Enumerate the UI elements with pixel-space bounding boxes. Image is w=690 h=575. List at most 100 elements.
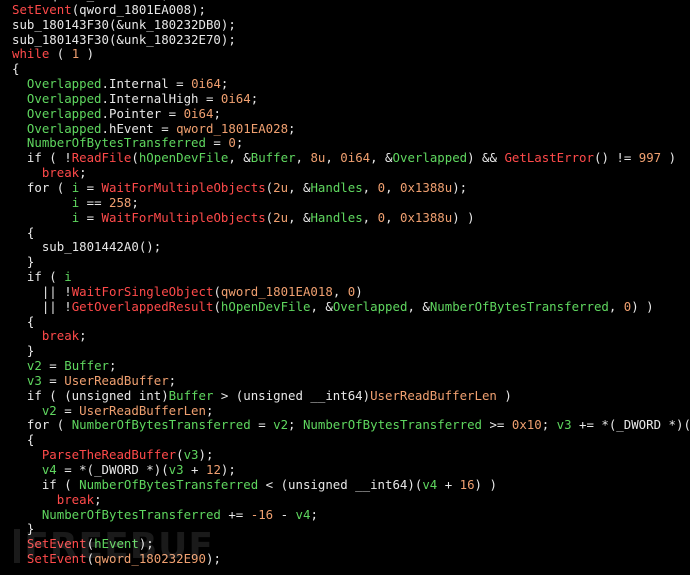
code-token-text: v9 = qword_1801EA018; <box>12 0 169 2</box>
code-line[interactable]: if ( (unsigned int)Buffer > (unsigned __… <box>12 389 690 404</box>
code-token-text: sub_180143F30(&unk_180232E70); <box>12 32 236 47</box>
code-token-number: 2u <box>273 210 289 225</box>
code-token-variable: v4 <box>41 463 57 477</box>
code-token-text: ( <box>213 284 221 299</box>
code-line[interactable]: sub_180143F30(&unk_180232DB0); <box>12 18 690 33</box>
code-token-text: , <box>385 180 400 195</box>
code-line[interactable]: } <box>12 255 690 270</box>
code-token-text: { <box>12 314 35 329</box>
code-line[interactable]: { <box>12 315 690 330</box>
code-token-text: = <box>79 210 102 225</box>
code-token-text: , & <box>288 210 311 225</box>
code-token-text: = <box>250 418 274 433</box>
code-line[interactable]: v2 = Buffer; <box>12 359 690 374</box>
code-token-text: ; <box>310 507 318 522</box>
code-line[interactable]: Overlapped.InternalHigh = 0i64; <box>12 92 690 107</box>
code-token-text: , <box>295 151 311 166</box>
code-token-text: } <box>12 344 35 359</box>
code-token-variable: hOpenDevFile <box>220 299 311 314</box>
code-token-global: UserReadBufferLen <box>79 403 206 418</box>
code-token-text: , & <box>288 180 311 195</box>
code-token-variable: NumberOfBytesTransferred <box>26 136 206 151</box>
code-line[interactable]: v4 = *(_DWORD *)(v3 + 12); <box>12 463 690 478</box>
code-token-variable: Overlapped <box>26 121 102 136</box>
code-line[interactable]: sub_1801442A0(); <box>12 240 690 255</box>
code-token-function: SetEvent <box>26 552 87 567</box>
code-token-variable: Overlapped <box>26 77 102 92</box>
code-line[interactable]: for ( i = WaitForMultipleObjects(2u, &Ha… <box>12 181 690 196</box>
code-token-text: ; <box>288 418 303 433</box>
code-token-variable: Overlapped <box>26 106 102 121</box>
code-token-text: ; <box>541 418 557 433</box>
code-token-variable: v4 <box>422 477 438 492</box>
code-line[interactable]: SetEvent(qword_1801EA008); <box>12 3 690 18</box>
code-token-variable: v3 <box>556 418 572 433</box>
code-token-number: 2u <box>273 180 289 195</box>
code-line[interactable]: || !GetOverlappedResult(hOpenDevFile, &O… <box>12 300 690 315</box>
code-line[interactable]: || !WaitForSingleObject(qword_1801EA018,… <box>12 285 690 300</box>
code-token-text: || ! <box>12 284 72 299</box>
code-line[interactable]: NumberOfBytesTransferred = 0; <box>12 136 690 151</box>
code-line[interactable]: i == 258; <box>12 196 690 211</box>
code-token-text: () != <box>593 151 639 166</box>
code-line[interactable]: break; <box>12 493 690 508</box>
code-token-text: ; <box>220 77 229 92</box>
code-line[interactable]: SetEvent(hEvent); <box>12 537 690 552</box>
code-token-text: ); <box>138 537 154 552</box>
code-line[interactable]: sub_180143F30(&unk_180232E70); <box>12 33 690 48</box>
code-token-function: GetLastError <box>504 151 594 166</box>
code-token-text: ) && <box>467 151 505 166</box>
code-line[interactable]: { <box>12 62 690 77</box>
code-token-text: sub_1801442A0(); <box>12 240 162 255</box>
code-line[interactable]: { <box>12 433 690 448</box>
code-token-text: ); <box>220 463 236 477</box>
code-line[interactable]: NumberOfBytesTransferred += -16 - v4; <box>12 508 690 523</box>
code-token-variable: Buffer <box>64 359 109 374</box>
code-token-text: ; <box>94 492 102 507</box>
code-token-text: , & <box>370 151 393 166</box>
code-token-number: 12 <box>205 463 221 477</box>
code-line[interactable]: ParseTheReadBuffer(v3); <box>12 448 690 463</box>
code-token-text: ) <box>79 47 95 62</box>
code-token-text: for ( <box>12 180 72 195</box>
code-token-number: 0i64 <box>220 91 251 106</box>
code-line[interactable]: break; <box>12 329 690 344</box>
code-token-text: .Pointer = <box>101 106 184 121</box>
code-token-text: ; <box>79 166 87 181</box>
code-line[interactable]: while ( 1 ) <box>12 47 690 62</box>
code-token-number: 0 <box>377 180 386 195</box>
code-token-keyword: break <box>56 492 95 507</box>
code-line[interactable]: Overlapped.Pointer = 0i64; <box>12 107 690 122</box>
code-token-text: + <box>437 477 460 492</box>
code-line[interactable]: Overlapped.Internal = 0i64; <box>12 77 690 92</box>
code-token-text: , <box>385 210 400 225</box>
code-line[interactable]: v2 = UserReadBufferLen; <box>12 404 690 419</box>
code-line[interactable]: i = WaitForMultipleObjects(2u, &Handles,… <box>12 211 690 226</box>
code-line[interactable]: Overlapped.hEvent = qword_1801EA028; <box>12 122 690 137</box>
code-token-text: ) ) <box>474 477 497 492</box>
code-line[interactable]: if ( NumberOfBytesTransferred < (unsigne… <box>12 478 690 493</box>
code-line[interactable]: } <box>12 522 690 537</box>
code-line[interactable]: if ( i <box>12 270 690 285</box>
code-token-text: ( <box>176 448 184 463</box>
code-token-text: , <box>362 210 378 225</box>
decompiled-code-view[interactable]: v9 = qword_1801EA018;SetEvent(qword_1801… <box>12 0 690 567</box>
code-line[interactable]: v3 = UserReadBuffer; <box>12 374 690 389</box>
code-line[interactable]: break; <box>12 166 690 181</box>
code-token-text: ) ) <box>631 299 654 314</box>
code-line[interactable]: } <box>12 344 690 359</box>
code-token-variable: v3 <box>183 448 199 463</box>
code-token-text: { <box>12 62 20 77</box>
code-line[interactable]: SetEvent(qword_180232E90); <box>12 552 690 567</box>
code-line[interactable]: if ( !ReadFile(hOpenDevFile, &Buffer, 8u… <box>12 151 690 166</box>
code-line[interactable]: { <box>12 226 690 241</box>
code-token-text: , <box>608 299 624 314</box>
code-line[interactable]: for ( NumberOfBytesTransferred = v2; Num… <box>12 418 690 433</box>
